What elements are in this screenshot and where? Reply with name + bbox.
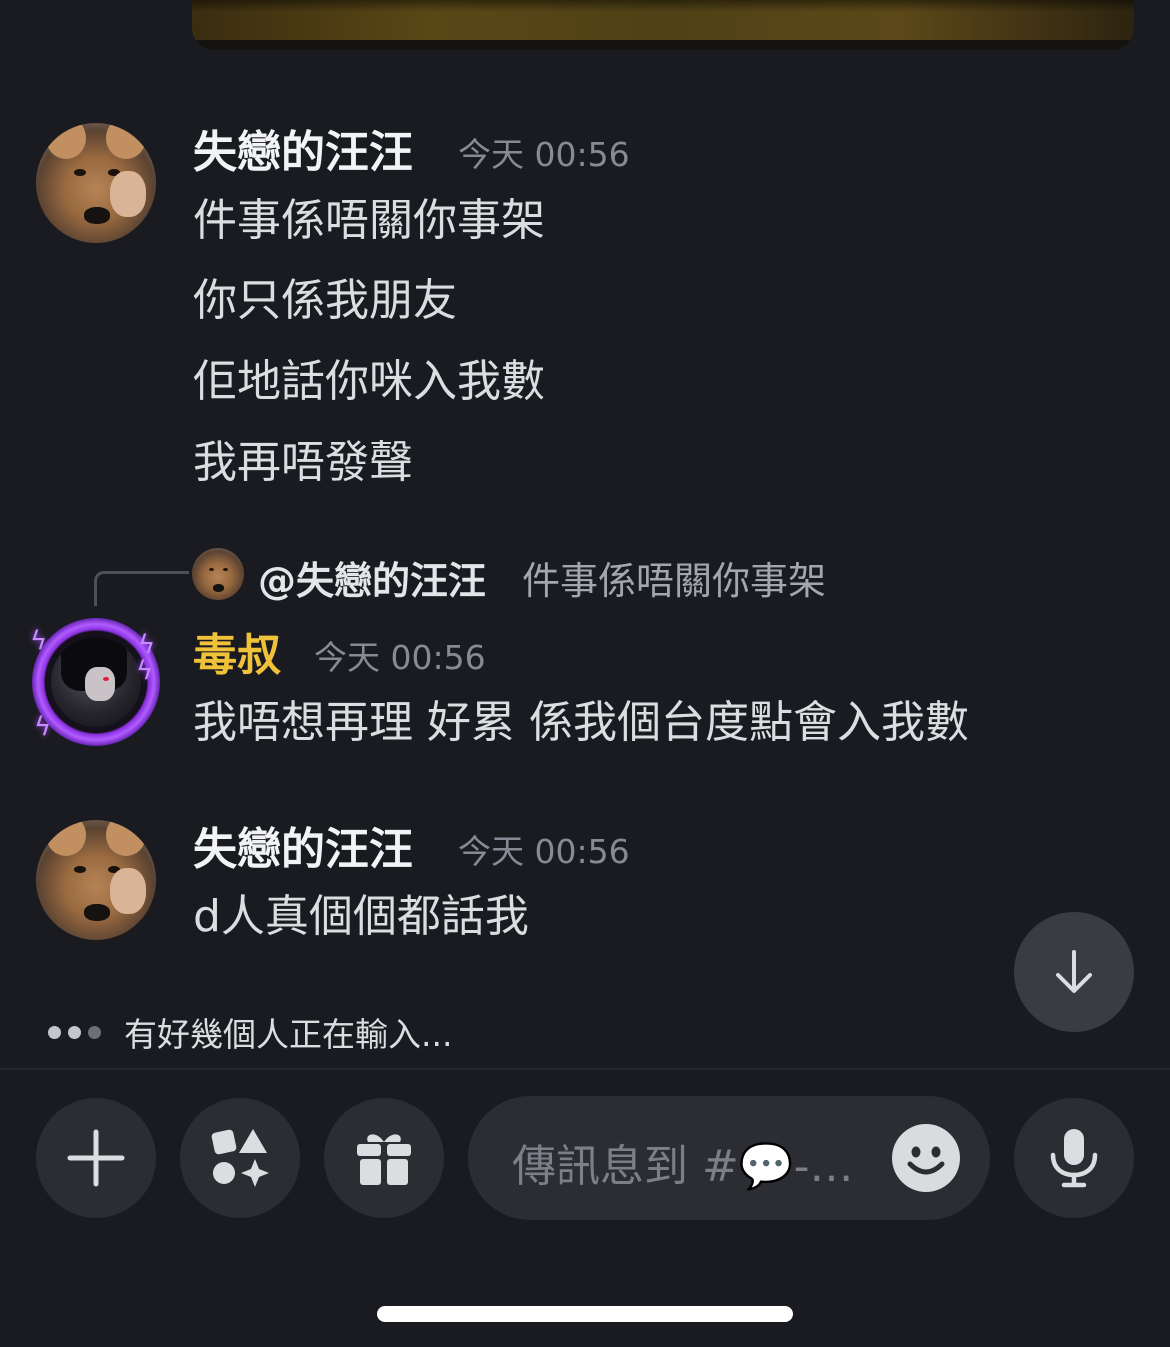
avatar-user-dog[interactable] bbox=[36, 820, 156, 940]
plus-icon bbox=[67, 1129, 125, 1187]
lightning-decoration-icon: ϟ bbox=[34, 712, 52, 742]
avatar-user-dog[interactable] bbox=[36, 123, 156, 243]
composer-divider bbox=[0, 1068, 1170, 1070]
typing-dot bbox=[48, 1025, 61, 1039]
microphone-icon bbox=[1050, 1129, 1098, 1188]
message-text: d人真個個都話我 bbox=[193, 891, 529, 942]
message-username[interactable]: 失戀的汪汪 bbox=[193, 813, 413, 877]
reply-preview[interactable]: 件事係唔關你事架 bbox=[522, 550, 826, 605]
gift-button[interactable] bbox=[324, 1098, 444, 1218]
message-text: 你只係我朋友 bbox=[193, 275, 457, 326]
typing-text: 有好幾個人正在輸入... bbox=[124, 1015, 453, 1054]
message-input[interactable]: 傳訊息到 #💬-… bbox=[468, 1096, 990, 1220]
emoji-button[interactable] bbox=[892, 1124, 960, 1192]
lightning-decoration-icon: ϟ bbox=[30, 626, 48, 656]
add-attachment-button[interactable] bbox=[36, 1098, 156, 1218]
gift-icon bbox=[357, 1134, 411, 1185]
message-text: 我唔想再理 好累 係我個台度點會入我數 bbox=[193, 697, 969, 748]
typing-dot bbox=[68, 1025, 81, 1039]
voice-message-button[interactable] bbox=[1014, 1098, 1134, 1218]
apps-button[interactable] bbox=[180, 1098, 300, 1218]
message-username[interactable]: 毒叔 bbox=[193, 619, 281, 683]
embed-image bbox=[192, 0, 1134, 40]
arrow-down-icon bbox=[1056, 950, 1092, 993]
message-username[interactable]: 失戀的汪汪 bbox=[193, 116, 413, 180]
lightning-decoration-icon: ϟ bbox=[136, 656, 154, 686]
message-text: 件事係唔關你事架 bbox=[193, 195, 545, 246]
typing-dot bbox=[88, 1025, 101, 1039]
message-timestamp: 今天 00:56 bbox=[458, 135, 630, 174]
emoji-icon bbox=[907, 1146, 945, 1175]
message-text: 佢地話你咪入我數 bbox=[193, 356, 545, 407]
home-indicator[interactable] bbox=[377, 1306, 793, 1322]
reply-avatar bbox=[192, 548, 244, 600]
message-input-placeholder: 傳訊息到 #💬-… bbox=[512, 1141, 854, 1192]
reply-connector bbox=[94, 571, 189, 606]
message-text: 我再唔發聲 bbox=[193, 437, 413, 488]
media-embed[interactable] bbox=[192, 0, 1134, 50]
typing-indicator: 有好幾個人正在輸入... bbox=[48, 1010, 452, 1054]
message-timestamp: 今天 00:56 bbox=[458, 832, 630, 871]
apps-icon bbox=[211, 1129, 269, 1187]
reply-mention[interactable]: @失戀的汪汪 bbox=[258, 550, 486, 605]
scroll-to-bottom-button[interactable] bbox=[1014, 912, 1134, 1032]
message-timestamp: 今天 00:56 bbox=[314, 638, 486, 677]
